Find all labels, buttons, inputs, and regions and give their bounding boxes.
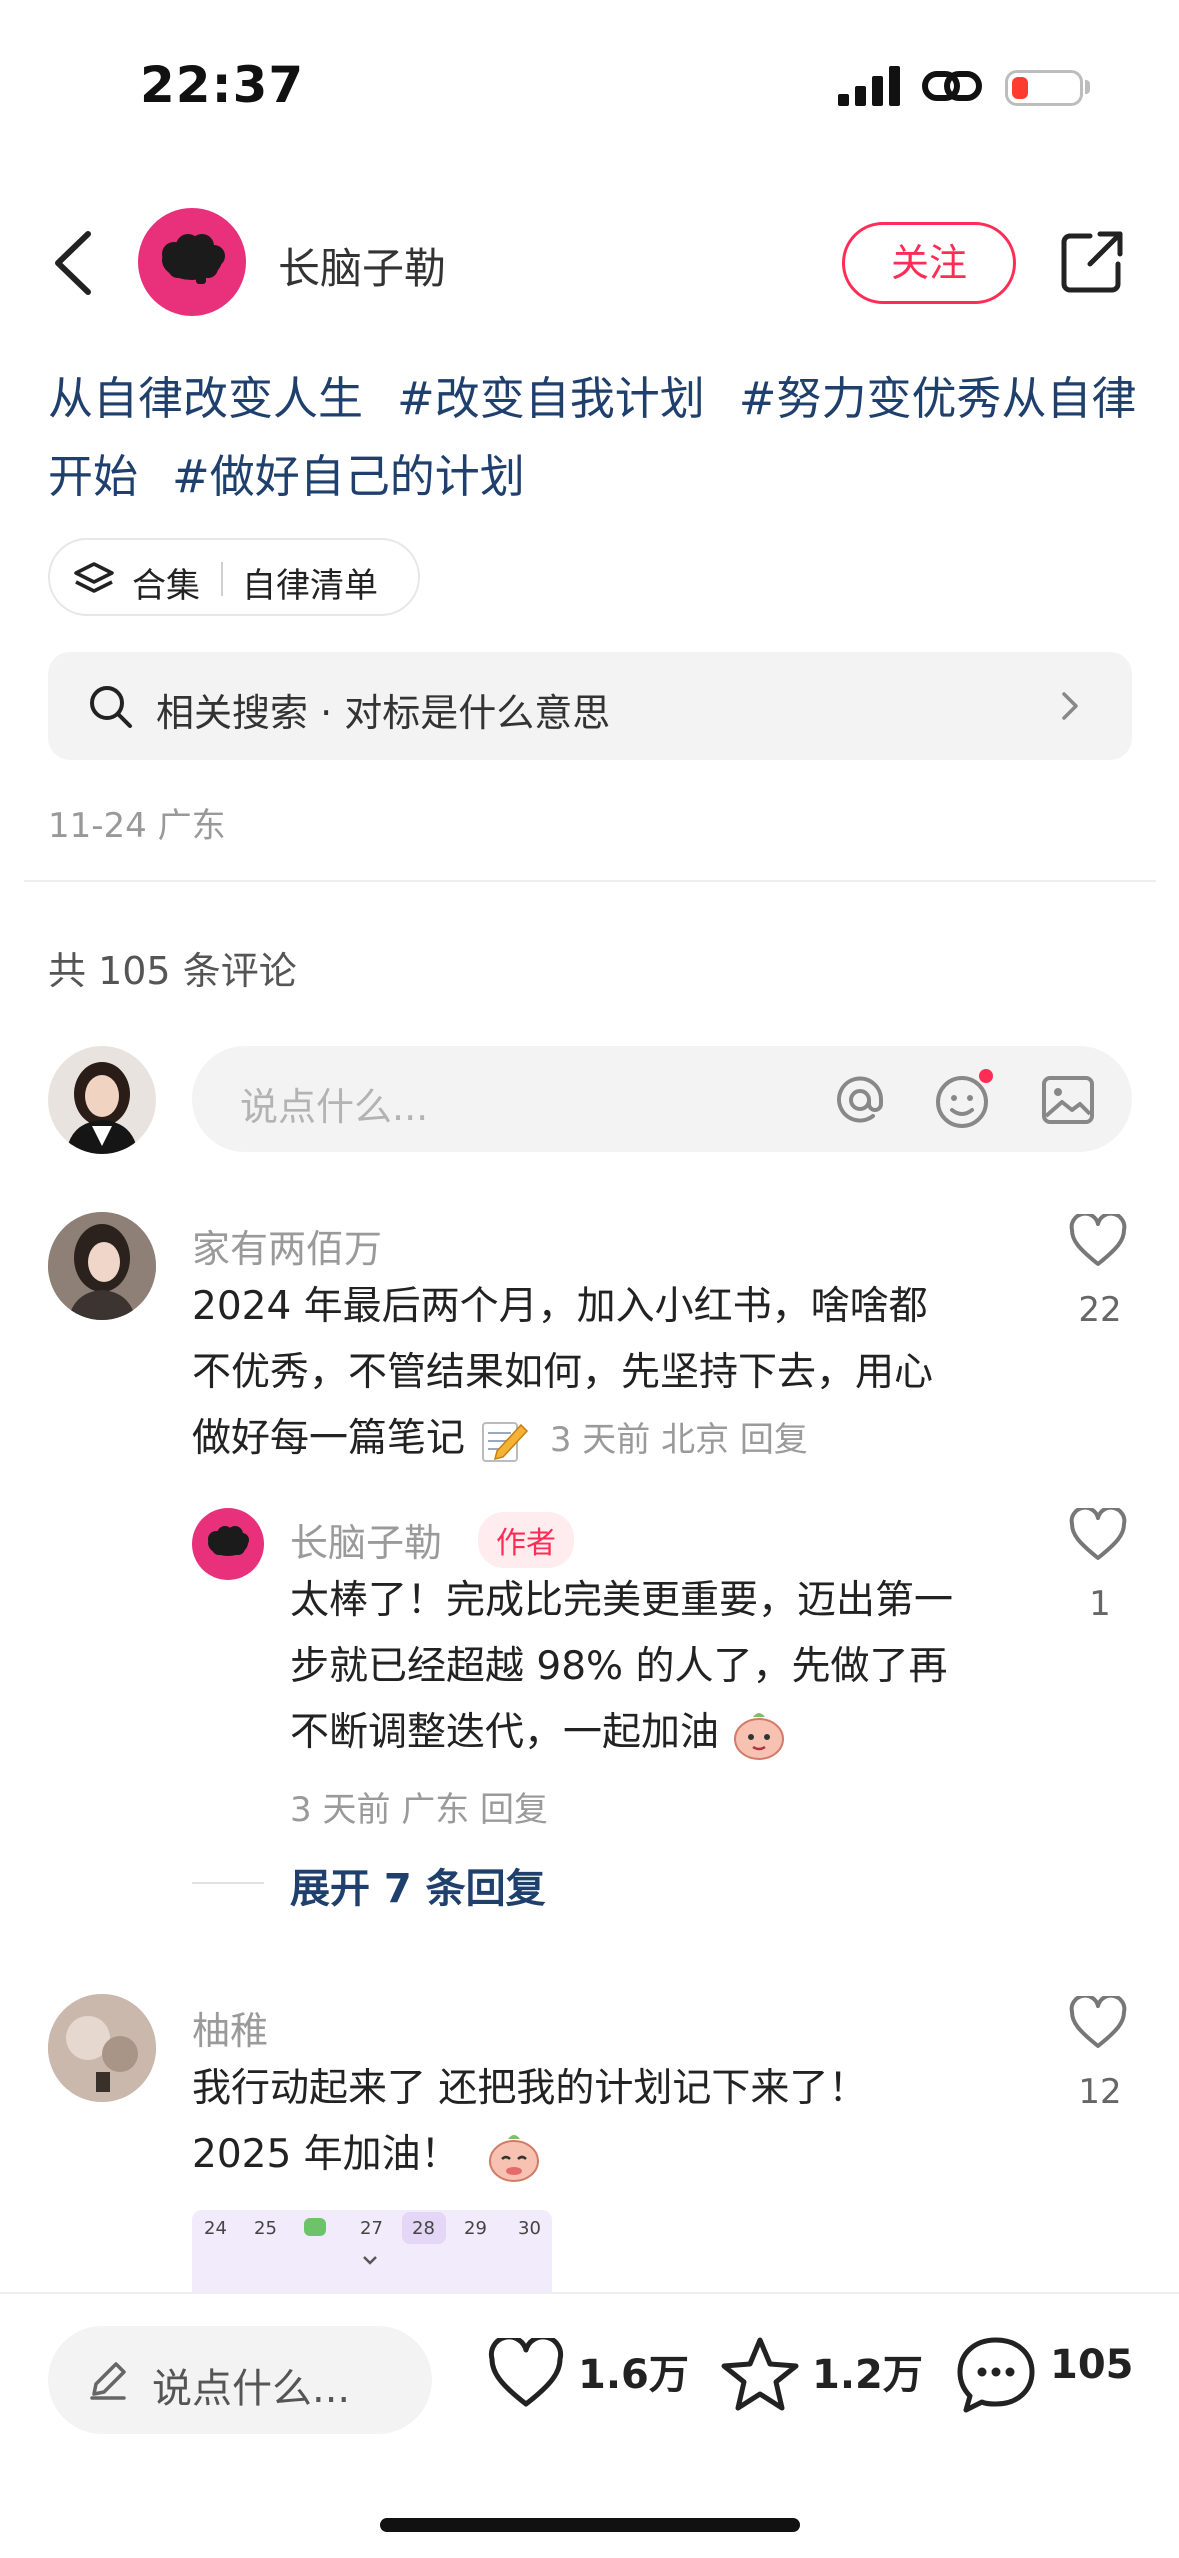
comment-text-tail: 2025 年加油！ [192,2132,460,2177]
hashtag-2[interactable]: #改变自我计划 [397,372,705,425]
like-heart-icon[interactable] [486,2338,566,2410]
layers-icon [74,562,114,593]
memo-icon [477,1415,529,1467]
comments-count: 105 [1050,2342,1134,2388]
bottom-action-bar: 说点什么... 1.6万 1.2万 105 [0,2292,1179,2558]
comment-meta: 3 天前 北京 回复 [549,1420,808,1460]
image-icon[interactable] [1038,1070,1098,1130]
comment-text: 2024 年最后两个月，加入小红书，啥啥都 不优秀，不管结果如何，先坚持下去，用… [192,1274,1032,1473]
comment-input[interactable]: 说点什么... [192,1046,1132,1152]
heart-icon[interactable] [1068,1508,1128,1562]
search-icon [90,686,132,728]
comment-text-line: 2024 年最后两个月，加入小红书，啥啥都 [192,1284,928,1329]
like-count: 22 [1078,1290,1122,1330]
comment-text-line: 2025 年加油！ [192,2122,1032,2188]
mention-icon[interactable] [830,1070,890,1130]
current-user-avatar [48,1046,156,1154]
reply-text-line: 不断调整迭代，一起加油 [290,1700,1040,1766]
comment-text-line: 不优秀，不管结果如何，先坚持下去，用心 [192,1350,934,1395]
calendar-today-marker [304,2218,326,2236]
bottom-comment-input[interactable]: 说点什么... [48,2326,432,2434]
sticker-icon [486,2129,542,2185]
calendar-day: 30 [518,2218,541,2239]
comment-image-calendar[interactable]: 24 25 27 28 29 30 [192,2210,552,2292]
commenter-avatar[interactable] [48,1994,156,2102]
commenter-avatar[interactable] [48,1212,156,1320]
like-count: 12 [1078,2072,1122,2112]
comment-username[interactable]: 家有两佰万 [192,1218,382,1273]
comment-username[interactable]: 柚稚 [192,2000,268,2055]
author-badge: 作者 [478,1512,574,1568]
follow-button[interactable]: 关注 [842,222,1016,304]
pencil-icon [90,2362,126,2400]
chip-divider [221,562,223,596]
link-icon [922,71,982,101]
calendar-day: 25 [254,2218,277,2239]
like-count: 1 [1089,1584,1111,1624]
calendar-day: 29 [464,2218,487,2239]
battery-icon [1005,70,1083,106]
heart-icon[interactable] [1068,1996,1128,2050]
home-indicator [380,2518,800,2532]
heart-icon[interactable] [1068,1214,1128,1268]
reply-text-line: 步就已经超越 98% 的人了，先做了再 [290,1644,948,1689]
reply-text-line: 太棒了！完成比完美更重要，迈出第一 [290,1578,954,1623]
calendar-day: 28 [412,2218,435,2239]
related-search-bar[interactable]: 相关搜索 · 对标是什么意思 [48,652,1132,760]
expand-replies-button[interactable]: 展开 7 条回复 [290,1856,546,1914]
back-icon[interactable] [50,230,96,296]
collection-name: 自律清单 [242,566,378,606]
hashtag-4[interactable]: #做好自己的计划 [172,450,525,503]
author-name[interactable]: 长脑子勒 [278,235,446,296]
status-time: 22:37 [140,56,305,114]
reply-author-avatar[interactable] [192,1508,264,1580]
reply-meta: 3 天前 广东 回复 [290,1790,549,1830]
battery-cap [1085,80,1090,94]
expand-line [192,1882,264,1884]
calendar-day: 27 [360,2218,383,2239]
divider [24,880,1156,882]
comment-input-placeholder: 说点什么... [240,1085,429,1129]
share-icon[interactable] [1060,230,1124,294]
favorites-count: 1.2万 [812,2352,923,2398]
calendar-day: 24 [204,2218,227,2239]
chevron-right-icon [1062,692,1078,720]
comment-text-line: 做好每一篇笔记 3 天前 北京 回复 [192,1406,1032,1473]
hashtag-1[interactable]: 从自律改变人生 [48,372,363,425]
reply-username[interactable]: 长脑子勒 [290,1512,442,1567]
signal-icon [838,64,900,106]
sticker-icon [731,1707,787,1763]
comment-text-tail: 做好每一篇笔记 [192,1416,466,1461]
comment-text-line: 我行动起来了 还把我的计划记下来了！ [192,2066,868,2111]
comment-text: 我行动起来了 还把我的计划记下来了！ 2025 年加油！ [192,2056,1032,2188]
related-search-text: 相关搜索 · 对标是什么意思 [156,691,611,735]
hashtag-list: 从自律改变人生 #改变自我计划 #努力变优秀从自律开始 #做好自己的计划 [48,360,1138,516]
emoji-icon[interactable] [932,1068,996,1132]
reply-text: 太棒了！完成比完美更重要，迈出第一 步就已经超越 98% 的人了，先做了再 不断… [290,1568,1040,1766]
author-avatar[interactable] [138,208,246,316]
collection-label: 合集 [132,566,200,606]
likes-count: 1.6万 [578,2352,689,2398]
reply-text-tail: 不断调整迭代，一起加油 [290,1710,720,1755]
comment-bubble-icon[interactable] [954,2334,1038,2414]
star-icon[interactable] [718,2334,802,2414]
post-date-location: 11-24 广东 [48,806,226,846]
chevron-down-icon [363,2256,377,2265]
comment-count: 共 105 条评论 [48,949,297,993]
collection-chip[interactable]: 合集 自律清单 [48,538,420,616]
bottom-input-placeholder: 说点什么... [152,2366,351,2412]
